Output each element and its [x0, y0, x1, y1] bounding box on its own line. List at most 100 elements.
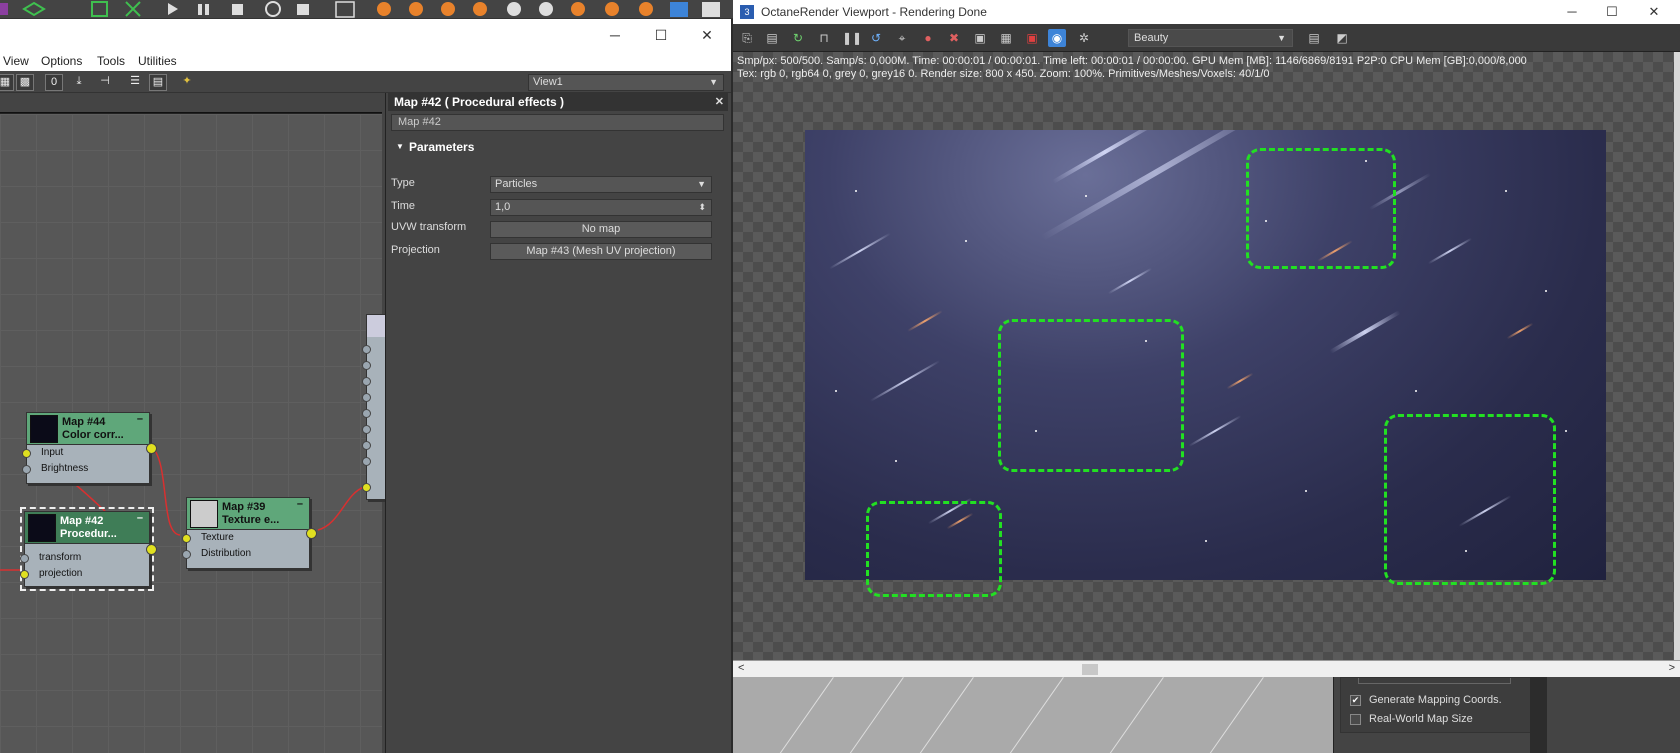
toolbar-icon[interactable]: [507, 2, 521, 16]
perspective-viewport[interactable]: [733, 677, 1333, 753]
toolbar-icon[interactable]: [441, 2, 455, 16]
tool-icon[interactable]: 0: [45, 74, 63, 91]
close-button[interactable]: ✕: [1634, 0, 1674, 24]
clipboard-icon[interactable]: ▤: [763, 29, 781, 47]
spinner-icon[interactable]: ⬍: [698, 200, 706, 215]
render-canvas[interactable]: Smp/px: 500/500. Samp/s: 0,000M. Time: 0…: [733, 52, 1680, 660]
node-slot[interactable]: projection: [20, 566, 149, 582]
node-map39[interactable]: Map #39 Texture e... – Texture Distributi…: [182, 497, 317, 569]
image-icon[interactable]: ◩: [1333, 29, 1351, 47]
map-name-field[interactable]: Map #42: [391, 114, 724, 131]
toolbar-icon[interactable]: [409, 2, 423, 16]
toolbar-icon[interactable]: [297, 4, 309, 15]
output-socket[interactable]: [146, 443, 157, 454]
lock-icon[interactable]: ⊓: [815, 29, 833, 47]
slot-socket[interactable]: [362, 483, 371, 492]
output-socket[interactable]: [306, 528, 317, 539]
minimize-button[interactable]: ─: [592, 19, 638, 51]
toolbar-icon[interactable]: [377, 2, 391, 16]
stop-icon[interactable]: [232, 4, 243, 15]
toolbar-icon[interactable]: [605, 2, 619, 16]
toolbar-icon[interactable]: [539, 2, 553, 16]
maximize-button[interactable]: ☐: [1592, 0, 1632, 24]
slot-socket[interactable]: [22, 465, 31, 474]
scroll-thumb[interactable]: [1082, 664, 1098, 675]
tool-icon[interactable]: ✦: [178, 74, 196, 91]
horizontal-scrollbar[interactable]: < >: [733, 660, 1680, 677]
close-icon[interactable]: ✕: [715, 93, 724, 111]
vertical-scrollbar[interactable]: [1674, 52, 1680, 660]
toolbar-icon[interactable]: [670, 2, 688, 17]
node-slot[interactable]: transform: [20, 550, 149, 566]
toolbar-icons[interactable]: [0, 0, 733, 19]
table-icon[interactable]: ▤: [1305, 29, 1323, 47]
menu-view[interactable]: View: [3, 54, 29, 68]
menu-tools[interactable]: Tools: [97, 54, 125, 68]
slot-socket[interactable]: [362, 377, 371, 386]
refresh-icon[interactable]: ↺: [867, 29, 885, 47]
toolbar-icon[interactable]: [0, 3, 8, 15]
pause-icon[interactable]: ❚❚: [842, 29, 862, 47]
minus-icon[interactable]: –: [137, 512, 143, 524]
minimize-button[interactable]: ─: [1552, 0, 1592, 24]
slot-socket[interactable]: [362, 441, 371, 450]
tool-icon[interactable]: ▩: [16, 74, 34, 91]
scroll-left-icon[interactable]: <: [738, 662, 744, 674]
toolbar-icon[interactable]: [91, 1, 108, 17]
node-view[interactable]: Map #44 Color corr... – Input Brightness …: [0, 113, 390, 753]
slot-socket[interactable]: [362, 457, 371, 466]
node-map44[interactable]: Map #44 Color corr... – Input Brightness: [22, 412, 157, 484]
tool-icon[interactable]: ⊣: [96, 74, 114, 91]
view-select[interactable]: View1 ▼: [528, 74, 724, 91]
focus-icon[interactable]: ⌖: [893, 29, 911, 47]
render-icon[interactable]: ▣: [1023, 29, 1041, 47]
slot-socket[interactable]: [362, 345, 371, 354]
slot-socket[interactable]: [362, 409, 371, 418]
menu-utilities[interactable]: Utilities: [138, 54, 177, 68]
tool-icon[interactable]: ▦: [0, 74, 14, 91]
type-dropdown[interactable]: Particles ▼: [490, 176, 712, 193]
node-header[interactable]: Map #44 Color corr... –: [27, 413, 149, 445]
tool-icon[interactable]: ⤓: [70, 74, 88, 91]
render-pass-dropdown[interactable]: Beauty ▼: [1128, 29, 1293, 47]
toolbar-icon[interactable]: [265, 1, 281, 17]
projection-button[interactable]: Map #43 (Mesh UV projection): [490, 243, 712, 260]
node-slot[interactable]: Distribution: [182, 546, 309, 562]
toolbar-icon[interactable]: [473, 2, 487, 16]
calendar-icon[interactable]: ▦: [997, 29, 1015, 47]
slot-socket[interactable]: [362, 425, 371, 434]
node-header[interactable]: Map #42 Procedur... –: [25, 512, 149, 544]
film-region-icon[interactable]: ▣: [971, 29, 989, 47]
play-icon[interactable]: [168, 3, 178, 15]
node-slot[interactable]: Input: [22, 445, 149, 461]
node-slot[interactable]: Texture: [182, 530, 309, 546]
node-slot[interactable]: Brightness: [22, 461, 149, 477]
slot-socket[interactable]: [362, 361, 371, 370]
minus-icon[interactable]: –: [297, 498, 303, 510]
minus-icon[interactable]: –: [137, 413, 143, 425]
node-map42[interactable]: Map #42 Procedur... – transform projectio…: [20, 507, 157, 591]
slot-socket[interactable]: [20, 554, 29, 563]
toolbar-icon[interactable]: [22, 1, 46, 17]
node-header[interactable]: Map #39 Texture e... –: [187, 498, 309, 530]
menu-options[interactable]: Options: [41, 54, 82, 68]
scroll-right-icon[interactable]: >: [1669, 662, 1675, 674]
slot-socket[interactable]: [362, 393, 371, 402]
toolbar-icon[interactable]: [639, 2, 653, 16]
settings-gear-icon[interactable]: ✲: [1075, 29, 1093, 47]
uvw-transform-button[interactable]: No map: [490, 221, 712, 238]
time-spinner[interactable]: 1,0 ⬍: [490, 199, 712, 216]
save-image-icon[interactable]: ⎘: [738, 29, 756, 47]
color-picker-icon[interactable]: ●: [919, 29, 937, 47]
slot-socket[interactable]: [182, 534, 191, 543]
output-socket[interactable]: [146, 544, 157, 555]
toolbar-icon[interactable]: [702, 2, 720, 17]
slot-socket[interactable]: [182, 550, 191, 559]
real-world-map-size-checkbox[interactable]: Real-World Map Size: [1350, 713, 1473, 725]
tool-icon[interactable]: ▤: [149, 74, 167, 91]
check-icon[interactable]: ✔: [1350, 695, 1361, 706]
generate-mapping-checkbox[interactable]: ✔ Generate Mapping Coords.: [1350, 694, 1502, 706]
toolbar-icon[interactable]: [335, 1, 355, 18]
toolbar-icon[interactable]: [571, 2, 585, 16]
maximize-button[interactable]: ☐: [638, 19, 684, 51]
